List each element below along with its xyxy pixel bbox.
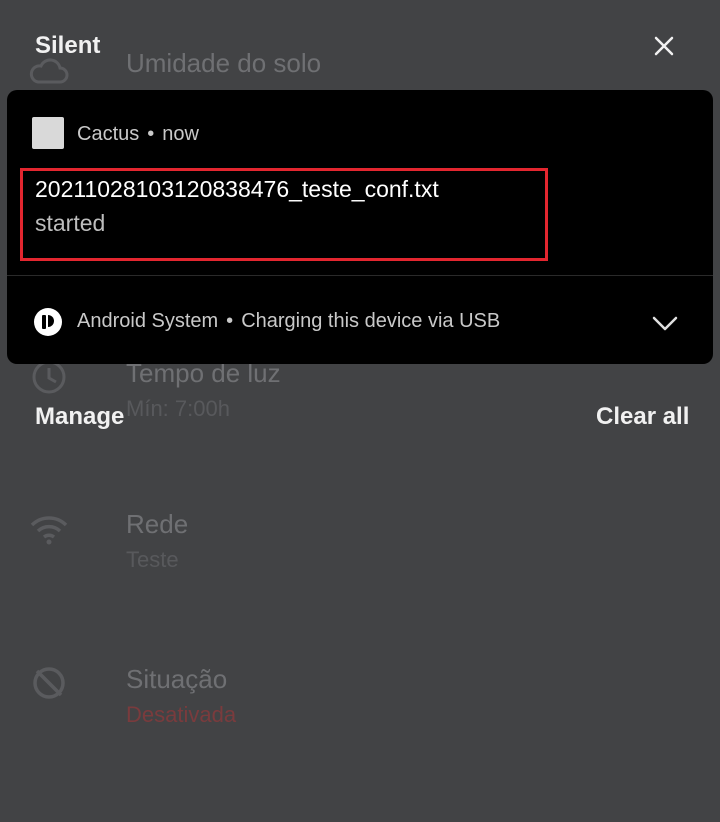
silent-section-label: Silent bbox=[35, 32, 101, 59]
app-icon bbox=[32, 117, 64, 149]
notification-card: Cactus • now 20211028103120838476_teste_co… bbox=[7, 90, 713, 364]
notification-text: started bbox=[35, 210, 106, 236]
clear-all-button[interactable]: Clear all bbox=[596, 403, 689, 431]
wifi-icon bbox=[30, 516, 68, 545]
notification-title: 20211028103120838476_teste_conf.txt bbox=[35, 176, 439, 202]
bg-row-subtitle: Mín: 7:00h bbox=[126, 396, 230, 421]
close-icon[interactable] bbox=[650, 32, 678, 60]
divider bbox=[7, 275, 713, 276]
system-notification-header: Android System • Charging this device via … bbox=[77, 310, 500, 333]
separator-dot: • bbox=[147, 123, 155, 145]
bg-row-title: Situação bbox=[126, 664, 228, 694]
chevron-down-icon[interactable] bbox=[650, 308, 680, 338]
bg-row-title: Rede bbox=[126, 509, 189, 539]
power-off-icon bbox=[33, 667, 65, 699]
manage-button[interactable]: Manage bbox=[35, 403, 124, 431]
notification-header: Cactus • now bbox=[77, 123, 199, 146]
app-name: Android System bbox=[77, 310, 219, 332]
system-notification-text: Charging this device via USB bbox=[241, 310, 501, 332]
android-system-icon bbox=[34, 308, 62, 336]
bg-row-title: Umidade do solo bbox=[126, 48, 322, 78]
bg-row-subtitle: Teste bbox=[126, 547, 179, 572]
app-name: Cactus bbox=[77, 123, 140, 145]
separator-dot: • bbox=[226, 310, 234, 332]
bg-row-subtitle: Desativada bbox=[126, 702, 237, 727]
notification-time: now bbox=[162, 123, 199, 145]
